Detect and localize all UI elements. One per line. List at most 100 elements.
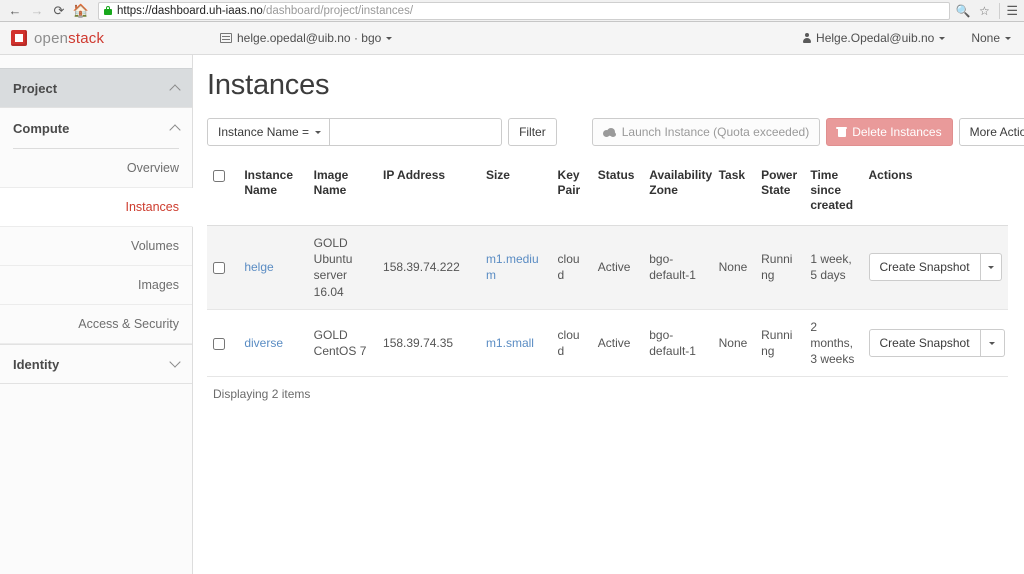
star-icon[interactable]: ☆: [975, 2, 993, 20]
sidebar-item-label: Overview: [126, 161, 179, 175]
user-icon: [803, 32, 812, 44]
sidebar-item-label: Images: [138, 278, 179, 292]
row-actions-dropdown[interactable]: [980, 329, 1005, 358]
table-header: Instance Name Image Name IP Address Size…: [207, 158, 1008, 226]
user-menu-label: Helge.Opedal@uib.no: [816, 31, 935, 45]
sidebar-section-identity[interactable]: Identity: [0, 344, 192, 384]
reload-icon[interactable]: ⟳: [48, 1, 70, 21]
instance-name-link[interactable]: helge: [244, 260, 273, 274]
url-bar[interactable]: https://dashboard.uh-iaas.no/dashboard/p…: [98, 1, 951, 20]
chevron-down-icon: [1005, 36, 1011, 40]
create-snapshot-button[interactable]: Create Snapshot: [868, 329, 981, 358]
main-content: Instances Instance Name = Filter Launch …: [193, 55, 1024, 574]
forward-arrow-icon[interactable]: →: [26, 1, 48, 21]
chevron-down-icon: [989, 341, 996, 345]
header-status[interactable]: Status: [591, 158, 644, 226]
create-snapshot-button[interactable]: Create Snapshot: [868, 253, 981, 282]
sidebar-section-identity-label: Identity: [13, 356, 60, 372]
header-availability-zone[interactable]: Availability Zone: [643, 158, 713, 226]
url-host: https://dashboard.uh-iaas.no: [117, 4, 263, 17]
project-switcher-label: helge.opedal@uib.no · bgo: [237, 31, 382, 45]
logo-text: openstack: [34, 30, 104, 47]
browser-toolbar-right: 🔍 ☆ ☰: [954, 2, 1020, 20]
cell-size: m1.medium: [479, 225, 552, 310]
select-all-checkbox[interactable]: [213, 169, 225, 182]
cell-instance-name: helge: [238, 225, 308, 310]
select-all-header: [207, 158, 239, 226]
cell-key-pair: cloud: [551, 225, 592, 310]
cloud-upload-icon: [602, 127, 616, 137]
header-image-name[interactable]: Image Name: [307, 158, 378, 226]
sidebar-item-access-and-security[interactable]: Access & Security: [0, 305, 192, 344]
row-checkbox[interactable]: [213, 337, 225, 350]
filter-button-label: Filter: [519, 125, 546, 139]
instance-name-link[interactable]: diverse: [244, 336, 283, 350]
row-actions-dropdown[interactable]: [980, 253, 1002, 282]
table-row[interactable]: diverse GOLD CentOS 7 158.39.74.35 m1.sm…: [207, 309, 1008, 378]
sidebar-section-compute[interactable]: Compute: [0, 108, 192, 148]
sidebar-item-overview[interactable]: Overview: [0, 149, 192, 188]
cell-status: Active: [591, 225, 644, 310]
row-checkbox[interactable]: [213, 262, 225, 275]
cell-availability-zone: bgo-default-1: [643, 225, 713, 310]
header-power-state[interactable]: Power State: [755, 158, 805, 226]
url-path: /dashboard/project/instances/: [262, 4, 414, 17]
sidebar: Project Compute Overview Instances Volum…: [0, 55, 193, 574]
header-ip-address[interactable]: IP Address: [377, 158, 480, 226]
header-size[interactable]: Size: [479, 158, 552, 226]
page-layout: Project Compute Overview Instances Volum…: [0, 55, 1024, 574]
cell-actions: Create Snapshot: [862, 225, 1008, 310]
more-actions-dropdown[interactable]: More Actions: [958, 118, 1024, 146]
flavor-link[interactable]: m1.small: [486, 336, 534, 350]
instances-table: Instance Name Image Name IP Address Size…: [207, 158, 1008, 378]
user-menu[interactable]: Helge.Opedal@uib.no: [803, 31, 946, 45]
header-instance-name[interactable]: Instance Name: [238, 158, 308, 226]
header-key-pair[interactable]: Key Pair: [551, 158, 592, 226]
cell-image-name: GOLD Ubuntu server 16.04: [307, 225, 378, 310]
filter-button[interactable]: Filter: [508, 118, 557, 146]
sidebar-item-label: Access & Security: [78, 317, 179, 331]
flavor-link[interactable]: m1.medium: [486, 252, 539, 282]
more-actions-label: More Actions: [969, 125, 1024, 139]
cell-status: Active: [591, 309, 644, 378]
sidebar-item-label: Volumes: [131, 239, 179, 253]
cell-ip-address: 158.39.74.35: [377, 309, 480, 378]
row-action-group: Create Snapshot: [868, 253, 1002, 282]
sidebar-item-label: Instances: [125, 200, 179, 214]
results-count: Displaying 2 items: [213, 387, 311, 402]
header-task[interactable]: Task: [712, 158, 756, 226]
sidebar-item-instances[interactable]: Instances: [0, 188, 193, 227]
chevron-up-icon: [169, 84, 181, 96]
project-switcher[interactable]: helge.opedal@uib.no · bgo: [220, 31, 393, 45]
hamburger-menu-icon[interactable]: ☰: [999, 2, 1018, 19]
back-arrow-icon[interactable]: ←: [4, 1, 26, 21]
filter-input[interactable]: [330, 118, 503, 146]
delete-instances-label: Delete Instances: [852, 125, 942, 139]
filter-type-label: Instance Name =: [218, 125, 310, 139]
trash-icon: [836, 127, 848, 137]
logo-text-open: open: [34, 29, 69, 47]
header-time-since-created[interactable]: Time since created: [804, 158, 863, 226]
table-body: helge GOLD Ubuntu server 16.04 158.39.74…: [207, 225, 1008, 378]
sidebar-item-images[interactable]: Images: [0, 266, 192, 305]
sidebar-item-volumes[interactable]: Volumes: [0, 227, 192, 266]
cell-power-state: Running: [755, 225, 805, 310]
chevron-down-icon: [939, 36, 946, 40]
sidebar-section-project[interactable]: Project: [0, 68, 192, 108]
cell-image-name: GOLD CentOS 7: [307, 309, 378, 378]
cell-size: m1.small: [479, 309, 552, 378]
home-icon[interactable]: 🏠: [70, 1, 92, 21]
chevron-down-icon: [169, 356, 181, 368]
table-header-row: Instance Name Image Name IP Address Size…: [207, 158, 1008, 226]
cell-availability-zone: bgo-default-1: [643, 309, 713, 378]
table-row[interactable]: helge GOLD Ubuntu server 16.04 158.39.74…: [207, 225, 1008, 310]
openstack-logo[interactable]: openstack: [0, 30, 193, 47]
delete-instances-button[interactable]: Delete Instances: [826, 118, 953, 146]
zoom-icon[interactable]: 🔍: [954, 2, 972, 20]
app-header-right: Helge.Opedal@uib.no None: [803, 31, 1024, 45]
lock-icon: [104, 6, 112, 15]
chevron-down-icon: [987, 265, 994, 269]
filter-type-dropdown[interactable]: Instance Name =: [207, 118, 331, 146]
region-menu[interactable]: None: [971, 31, 1011, 45]
row-select-cell: [207, 225, 239, 310]
